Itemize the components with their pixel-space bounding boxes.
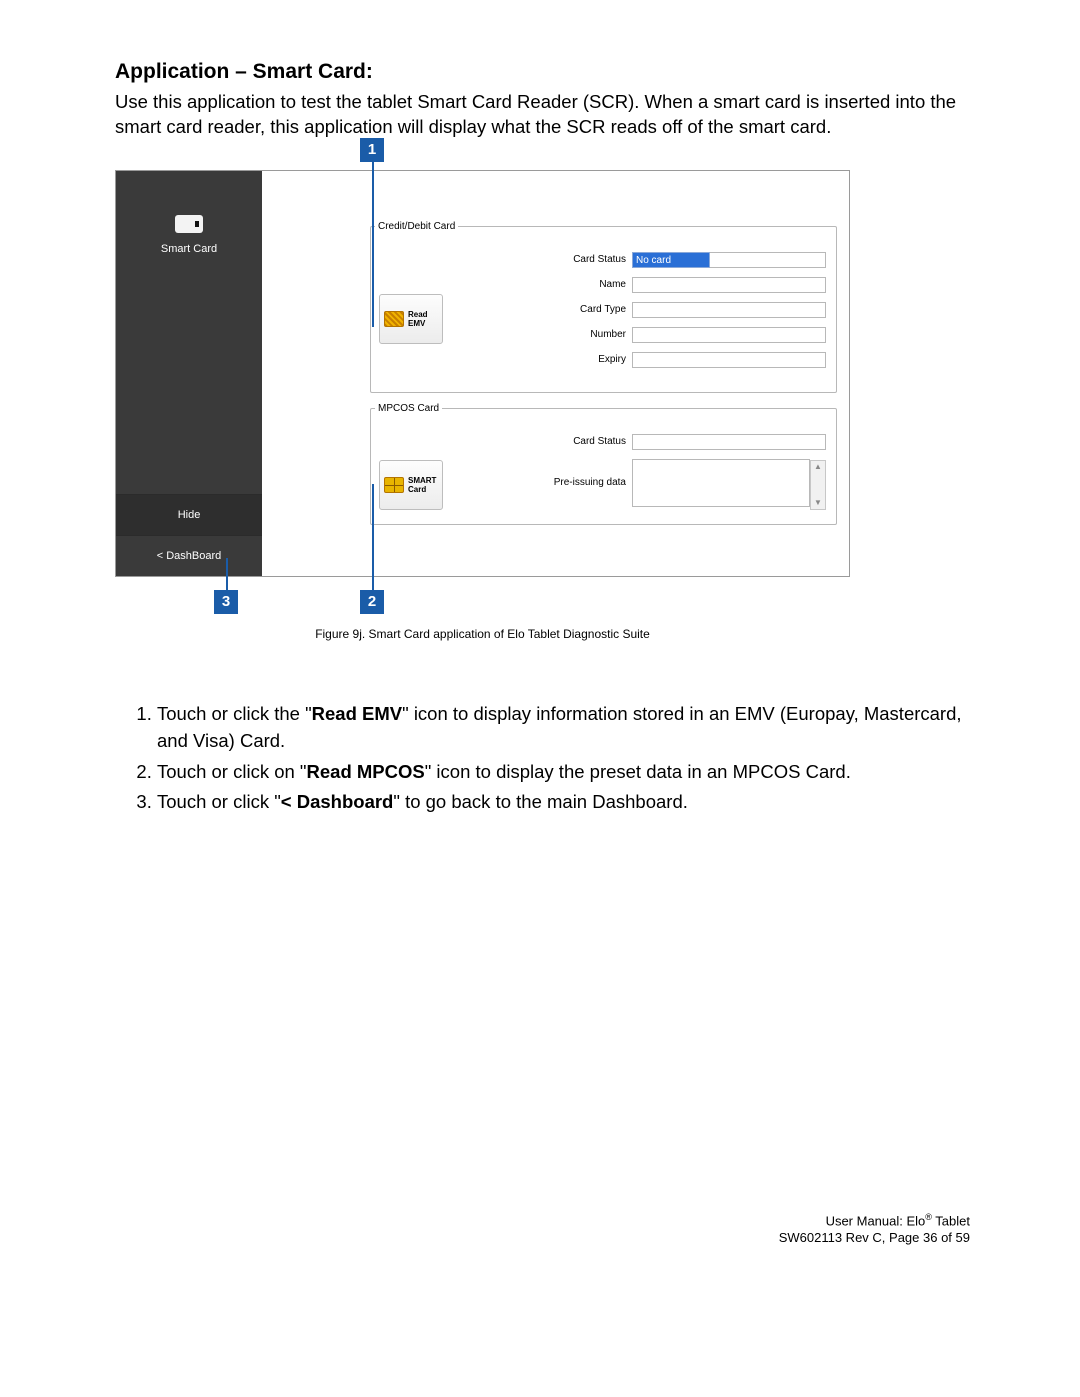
mpcos-group: MPCOS Card SMART Card Card Status Pre-is… bbox=[370, 403, 837, 525]
registered-icon: ® bbox=[925, 1212, 932, 1222]
instruction-list: Touch or click the "Read EMV " icon to di… bbox=[115, 701, 970, 816]
read-emv-label: Read EMV bbox=[408, 310, 428, 328]
app-main: Credit/Debit Card Read EMV Card Status N… bbox=[262, 171, 849, 576]
callout-1-line bbox=[372, 162, 374, 327]
value-card-status-pad bbox=[710, 252, 826, 268]
app-window: Smart Card Hide < DashBoard Credit/Debit… bbox=[115, 170, 850, 577]
emv-chip-icon bbox=[384, 311, 404, 327]
row-card-status: Card Status No card inserted. bbox=[551, 252, 826, 268]
label-number: Number bbox=[551, 329, 632, 340]
row-pre-issuing: Pre-issuing data bbox=[551, 459, 826, 507]
smart-card-icon bbox=[175, 215, 203, 233]
mpcos-fields: Card Status Pre-issuing data bbox=[551, 434, 826, 516]
scroll-down-icon: ▼ bbox=[811, 497, 825, 509]
instruction-1: Touch or click the "Read EMV" icon to di… bbox=[157, 701, 970, 755]
scroll-up-icon: ▲ bbox=[811, 461, 825, 473]
label-name: Name bbox=[551, 279, 632, 290]
label-card-status: Card Status bbox=[551, 254, 632, 265]
instruction-3-bold: < Dashboard bbox=[281, 791, 394, 812]
app-sidebar: Smart Card Hide < DashBoard bbox=[116, 171, 262, 576]
callout-3: 3 bbox=[214, 590, 238, 614]
footer-line-2: SW602113 Rev C, Page 36 of 59 bbox=[779, 1230, 970, 1247]
smart-card-label: SMART Card bbox=[408, 476, 436, 494]
smart-card-button[interactable]: SMART Card bbox=[379, 460, 443, 510]
instruction-1-pre: Touch or click the " bbox=[157, 703, 312, 724]
callout-1: 1 bbox=[360, 138, 384, 162]
callout-2-line bbox=[372, 484, 374, 602]
page-footer: User Manual: Elo® Tablet SW602113 Rev C,… bbox=[779, 1212, 970, 1247]
instruction-3-pre: Touch or click " bbox=[157, 791, 281, 812]
credit-fields: Card Status No card inserted. Name Card … bbox=[551, 252, 826, 377]
read-emv-button[interactable]: Read EMV bbox=[379, 294, 443, 344]
hide-button[interactable]: Hide bbox=[116, 494, 262, 535]
label-mpcos-status: Card Status bbox=[551, 436, 632, 447]
row-name: Name bbox=[551, 277, 826, 293]
instruction-2-pre: Touch or click on " bbox=[157, 761, 307, 782]
mpcos-legend: MPCOS Card bbox=[375, 403, 442, 414]
figure-caption: Figure 9j. Smart Card application of Elo… bbox=[115, 627, 850, 641]
smart-chip-icon bbox=[384, 477, 404, 493]
sidebar-title: Smart Card bbox=[116, 243, 262, 255]
footer-line-1b: Tablet bbox=[932, 1213, 970, 1228]
pre-issuing-scrollbar[interactable]: ▲ ▼ bbox=[810, 460, 826, 510]
instruction-1-bold: Read EMV bbox=[312, 703, 402, 724]
value-mpcos-status bbox=[632, 434, 826, 450]
label-pre-issuing: Pre-issuing data bbox=[551, 477, 632, 488]
label-card-type: Card Type bbox=[551, 304, 632, 315]
instruction-2: Touch or click on "Read MPCOS" icon to d… bbox=[157, 759, 970, 786]
callout-2: 2 bbox=[360, 590, 384, 614]
row-mpcos-status: Card Status bbox=[551, 434, 826, 450]
figure-container: 1 Smart Card Hide < DashBoard Credit/Deb… bbox=[115, 170, 850, 641]
value-pre-issuing bbox=[632, 459, 810, 507]
sidebar-bottom: Hide < DashBoard bbox=[116, 494, 262, 576]
instruction-3-post: " to go back to the main Dashboard. bbox=[393, 791, 688, 812]
value-card-status: No card inserted. bbox=[632, 252, 710, 268]
value-number bbox=[632, 327, 826, 343]
sidebar-top: Smart Card bbox=[116, 171, 262, 255]
footer-line-1a: User Manual: Elo bbox=[826, 1213, 926, 1228]
value-card-type bbox=[632, 302, 826, 318]
credit-debit-legend: Credit/Debit Card bbox=[375, 221, 458, 232]
row-card-type: Card Type bbox=[551, 302, 826, 318]
row-number: Number bbox=[551, 327, 826, 343]
footer-line-1: User Manual: Elo® Tablet bbox=[779, 1212, 970, 1230]
instruction-2-bold: Read MPCOS bbox=[307, 761, 425, 782]
label-expiry: Expiry bbox=[551, 354, 632, 365]
row-expiry: Expiry bbox=[551, 352, 826, 368]
intro-paragraph: Use this application to test the tablet … bbox=[115, 90, 970, 140]
instruction-3: Touch or click "< Dashboard" to go back … bbox=[157, 789, 970, 816]
value-expiry bbox=[632, 352, 826, 368]
instruction-2-post: " icon to display the preset data in an … bbox=[425, 761, 851, 782]
credit-debit-group: Credit/Debit Card Read EMV Card Status N… bbox=[370, 221, 837, 393]
value-name bbox=[632, 277, 826, 293]
section-heading: Application – Smart Card: bbox=[115, 60, 970, 84]
dashboard-button[interactable]: < DashBoard bbox=[116, 535, 262, 576]
